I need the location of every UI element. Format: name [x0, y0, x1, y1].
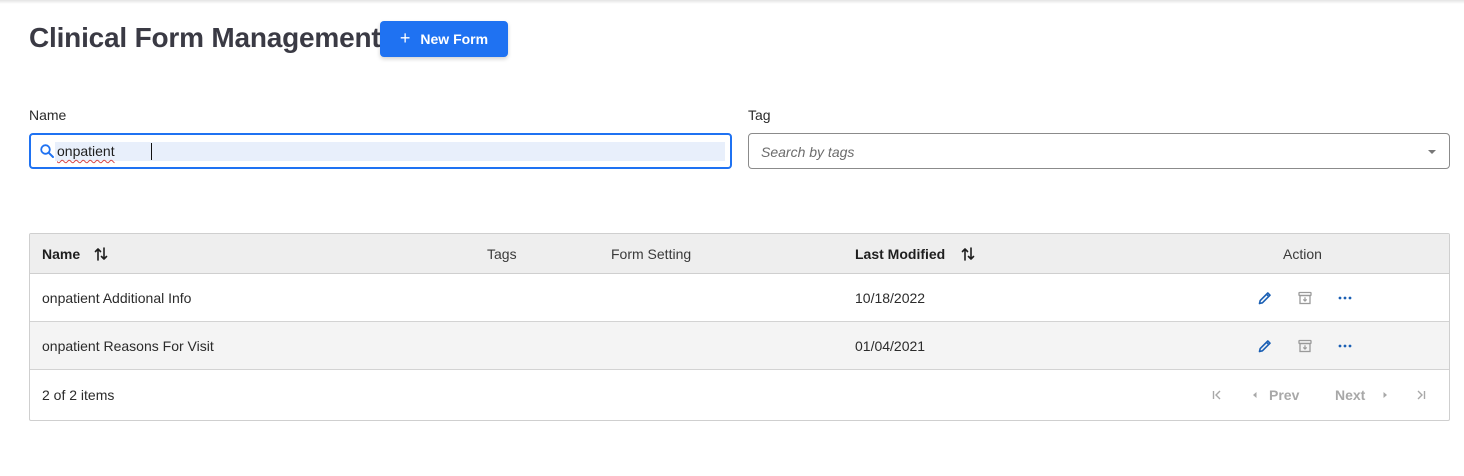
- tag-placeholder: Search by tags: [761, 144, 855, 160]
- search-selection-highlight: [55, 142, 725, 161]
- next-page-button[interactable]: Next: [1335, 387, 1365, 403]
- table-pager: 2 of 2 items Prev Next: [30, 370, 1449, 420]
- item-count: 2 of 2 items: [42, 387, 115, 403]
- last-modified-cell: 01/04/2021: [855, 338, 926, 354]
- search-icon: [40, 144, 54, 158]
- sort-icon[interactable]: [94, 246, 108, 262]
- column-header-name[interactable]: Name: [42, 246, 80, 262]
- prev-page-button[interactable]: Prev: [1269, 387, 1299, 403]
- new-form-label: New Form: [420, 31, 489, 47]
- column-header-form-setting: Form Setting: [611, 246, 692, 262]
- form-name-cell[interactable]: onpatient Reasons For Visit: [42, 338, 214, 354]
- column-header-tags: Tags: [487, 246, 517, 262]
- tag-filter-label: Tag: [748, 107, 771, 123]
- last-modified-cell: 10/18/2022: [855, 290, 926, 306]
- new-form-button[interactable]: + New Form: [380, 21, 508, 57]
- form-name-cell[interactable]: onpatient Additional Info: [42, 290, 191, 306]
- edit-icon[interactable]: [1257, 338, 1273, 354]
- next-arrow-icon[interactable]: [1379, 389, 1391, 401]
- column-header-action: Action: [1283, 246, 1322, 262]
- table-row[interactable]: onpatient Reasons For Visit 01/04/2021: [30, 322, 1449, 370]
- more-options-icon[interactable]: [1337, 338, 1353, 354]
- archive-icon[interactable]: [1297, 338, 1313, 354]
- table-row[interactable]: onpatient Additional Info 10/18/2022: [30, 274, 1449, 322]
- edit-icon[interactable]: [1257, 290, 1273, 306]
- plus-icon: +: [399, 28, 411, 48]
- name-filter-label: Name: [29, 107, 67, 123]
- search-value[interactable]: onpatient: [57, 143, 115, 159]
- text-caret: [151, 143, 152, 160]
- first-page-icon[interactable]: [1211, 389, 1223, 401]
- sort-icon[interactable]: [961, 246, 975, 262]
- tag-search-select[interactable]: Search by tags: [748, 133, 1450, 169]
- archive-icon[interactable]: [1297, 290, 1313, 306]
- table-header: Name Tags Form Setting Last Modified Act…: [30, 234, 1449, 274]
- page-title: Clinical Form Management: [29, 22, 381, 53]
- last-page-icon[interactable]: [1415, 389, 1427, 401]
- more-options-icon[interactable]: [1337, 290, 1353, 306]
- name-search-input[interactable]: onpatient: [29, 133, 732, 169]
- column-header-last-modified[interactable]: Last Modified: [855, 246, 945, 262]
- caret-down-icon[interactable]: [1428, 150, 1436, 154]
- prev-arrow-icon[interactable]: [1249, 389, 1261, 401]
- forms-table: Name Tags Form Setting Last Modified Act…: [29, 233, 1450, 421]
- top-bar-shadow: [0, 0, 1464, 4]
